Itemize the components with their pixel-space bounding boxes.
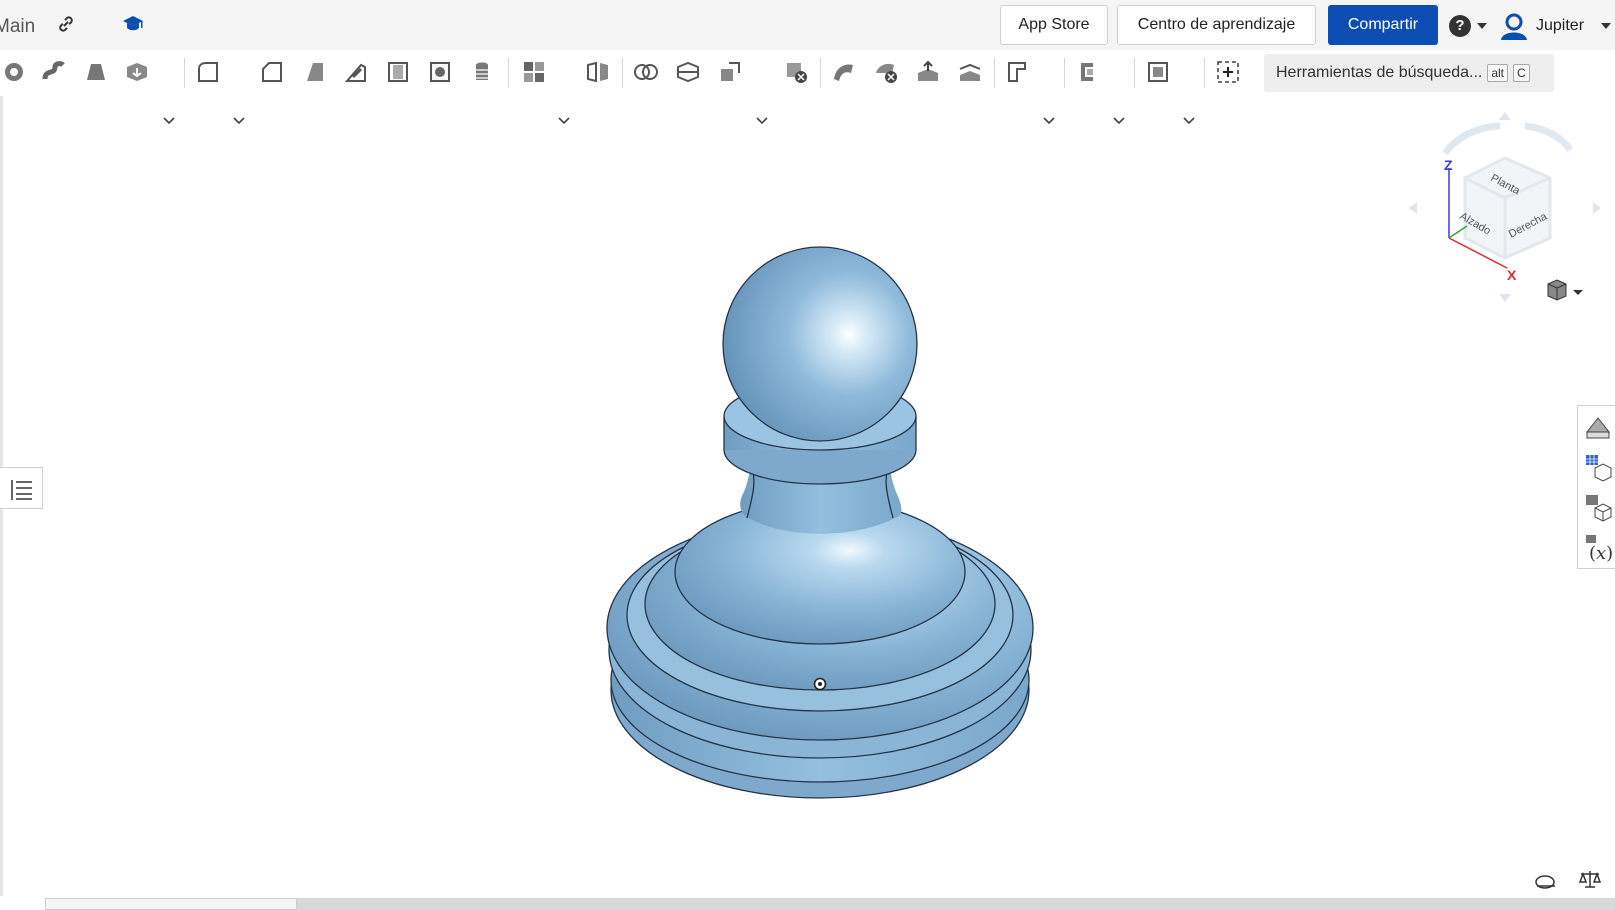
measure-tape-icon[interactable] [1533,870,1559,892]
right-side-panel: (𝑥) [1577,405,1615,569]
x-axis-label: X [1507,267,1517,283]
svg-text:(𝑥): (𝑥) [1589,543,1613,562]
bill-of-materials-icon[interactable] [1583,452,1613,482]
z-axis-label: Z [1444,157,1453,173]
mass-properties-icon[interactable] [1577,868,1603,890]
part-studio-tab[interactable] [45,898,297,910]
configuration-table-icon[interactable] [1583,492,1613,522]
pawn-3d-model[interactable] [0,0,1615,910]
appearance-panel-icon[interactable] [1583,412,1613,442]
view-options-cube-icon[interactable] [1545,278,1587,304]
variables-icon[interactable]: (𝑥) [1583,532,1613,564]
